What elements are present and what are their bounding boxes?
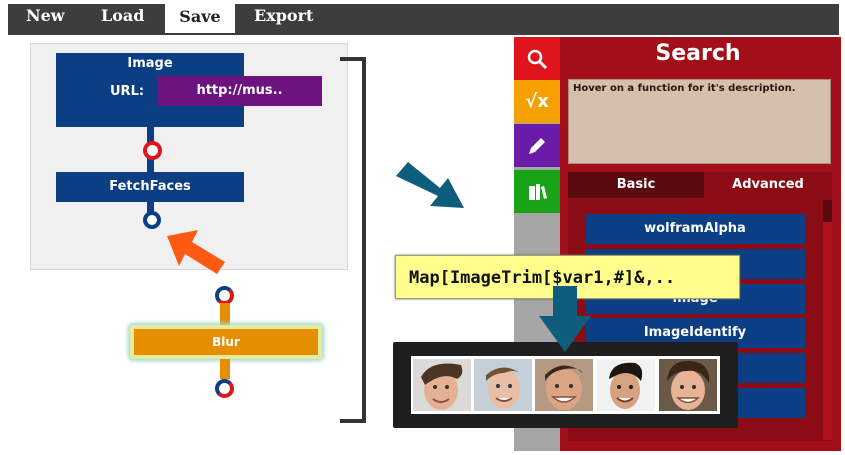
face-thumbnail — [535, 359, 593, 411]
faces-result-strip — [393, 342, 738, 428]
arrow-up-left-icon — [167, 230, 225, 274]
function-button[interactable]: wolframAlpha — [585, 214, 805, 244]
search-icon[interactable] — [514, 37, 560, 80]
face-thumbnail — [597, 359, 655, 411]
sqrt-icon[interactable]: √x — [514, 80, 560, 123]
export-button[interactable]: Export — [254, 0, 313, 31]
face-thumbnail — [413, 359, 471, 411]
output-port[interactable] — [143, 141, 162, 160]
books-icon[interactable] — [514, 170, 560, 213]
output-port[interactable] — [215, 379, 234, 398]
arrow-down-right-icon — [396, 162, 464, 208]
url-label: URL: — [110, 84, 145, 99]
image-node-title: Image — [127, 56, 173, 71]
bracket — [340, 57, 366, 423]
arrow-down-icon — [539, 286, 591, 352]
url-field[interactable]: http://mus.. — [157, 76, 322, 106]
fetchfaces-node[interactable]: FetchFaces — [56, 172, 244, 202]
panel-title: Search — [655, 41, 741, 66]
output-port[interactable] — [143, 211, 161, 229]
load-button[interactable]: Load — [101, 0, 144, 31]
pencil-icon[interactable] — [514, 124, 560, 167]
description-box: Hover on a function for it's description… — [568, 79, 831, 164]
fetchfaces-node-title: FetchFaces — [109, 179, 191, 194]
blur-node[interactable]: Blur — [130, 325, 322, 359]
new-button[interactable]: New — [26, 0, 65, 31]
tab-bar: Basic Advanced — [568, 172, 832, 198]
scrollbar-thumb[interactable] — [823, 200, 832, 222]
face-thumbnail — [474, 359, 532, 411]
faces-row — [411, 356, 720, 414]
connection-wire — [220, 359, 230, 379]
connection-wire — [220, 303, 230, 327]
tab-advanced[interactable]: Advanced — [704, 172, 832, 198]
face-thumbnail — [659, 359, 717, 411]
scrollbar[interactable] — [823, 200, 832, 440]
blur-node-title: Blur — [134, 329, 318, 355]
save-button[interactable]: Save — [165, 4, 235, 33]
tab-basic[interactable]: Basic — [568, 172, 704, 198]
